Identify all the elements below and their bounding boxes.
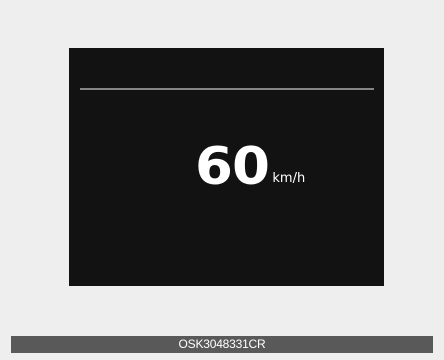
image-code-caption: OSK3048331CR [11,336,433,353]
cluster-display: 60 km/h [69,48,384,286]
display-divider [80,88,374,90]
speed-unit: km/h [272,171,306,186]
speed-readout: 60 km/h [195,137,306,197]
speed-value: 60 [195,137,270,197]
